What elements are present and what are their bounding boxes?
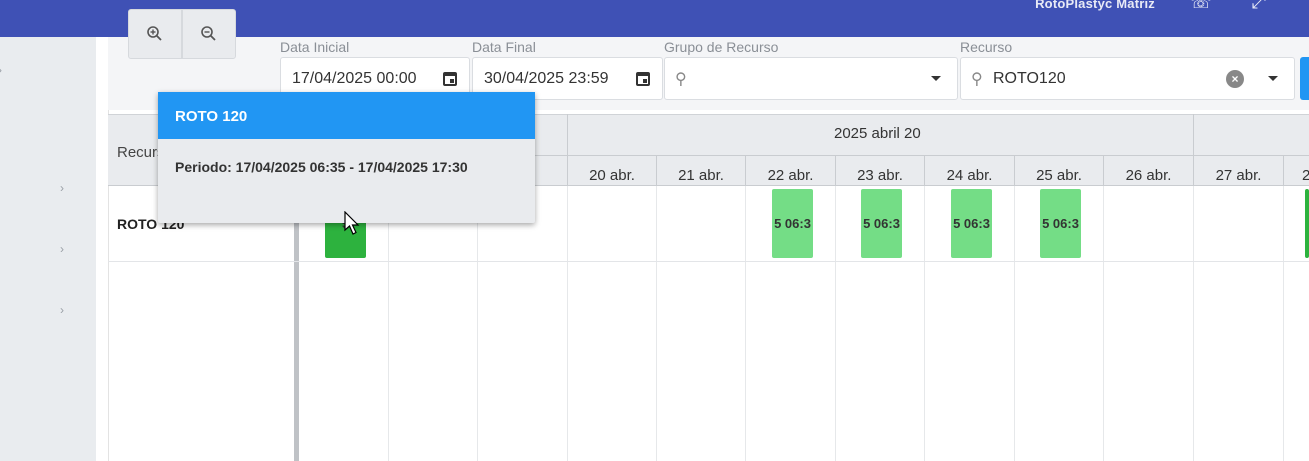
end-date-label: Data Final [472, 39, 536, 55]
mouse-cursor-icon [344, 211, 360, 235]
day-header: 23 abr. [835, 156, 924, 186]
search-icon: ⚲ [971, 70, 983, 88]
schedule-bar[interactable] [1305, 189, 1309, 258]
sidebar-expand-icon[interactable]: › [60, 303, 64, 317]
expand-icon[interactable]: ⤢ [1247, 0, 1271, 16]
tooltip-body: Periodo: 17/04/2025 06:35 - 17/04/2025 1… [175, 159, 468, 175]
week-divider [1193, 114, 1194, 155]
schedule-bar[interactable]: 5 06:3 [861, 189, 902, 258]
grid-line [1193, 186, 1194, 461]
start-date-value: 17/04/2025 00:00 [292, 69, 417, 87]
grid-line [567, 186, 568, 461]
zoom-in-button[interactable] [128, 9, 182, 59]
bar-tooltip: ROTO 120 Periodo: 17/04/2025 06:35 - 17/… [158, 92, 535, 223]
end-date-value: 30/04/2025 23:59 [484, 69, 609, 87]
day-header: 2 [1283, 156, 1309, 186]
schedule-bar-label: 5 06:3 [774, 216, 811, 231]
day-header: 25 abr. [1014, 156, 1103, 186]
zoom-out-icon [201, 26, 216, 41]
resource-value: ROTO120 [993, 69, 1066, 87]
search-button[interactable] [1300, 57, 1309, 100]
week-divider [567, 114, 568, 155]
tooltip-title: ROTO 120 [158, 92, 535, 139]
schedule-bar-label: 5 06:3 [1042, 216, 1079, 231]
grid-line [745, 186, 746, 461]
grid-line [388, 186, 389, 461]
sidebar-expand-icon[interactable]: › [60, 242, 64, 256]
day-header: 22 abr. [745, 156, 835, 186]
zoom-out-button[interactable] [182, 9, 236, 59]
week-label: 2025 abril 20 [834, 125, 921, 142]
grid-line [924, 186, 925, 461]
grid-line [1014, 186, 1015, 461]
start-date-label: Data Inicial [280, 39, 350, 55]
chevron-down-icon[interactable] [1268, 76, 1278, 81]
resource-label: Recurso [960, 39, 1013, 55]
sidebar-marker: › [0, 63, 2, 77]
schedule-bar[interactable]: 5 06:3 [951, 189, 992, 258]
day-header: 21 abr. [656, 156, 745, 186]
calendar-icon[interactable] [636, 71, 650, 86]
grid-line [1283, 186, 1284, 461]
calendar-icon[interactable] [443, 71, 457, 86]
zoom-in-icon [147, 26, 162, 41]
day-header: 27 abr. [1193, 156, 1283, 186]
grid-line [477, 186, 478, 461]
grid-line [1103, 186, 1104, 461]
day-header: 24 abr. [924, 156, 1014, 186]
search-icon: ⚲ [675, 70, 687, 88]
resource-group-select[interactable]: ⚲ [664, 57, 958, 100]
support-icon[interactable]: ☏ [1189, 0, 1213, 16]
sidebar: › › › › [0, 37, 96, 461]
schedule-bar-label: 5 06:3 [863, 216, 900, 231]
grid-line [656, 186, 657, 461]
clear-icon[interactable]: × [1226, 69, 1244, 88]
schedule-bar[interactable]: 5 06:3 [772, 189, 813, 258]
day-header: 26 abr. [1103, 156, 1193, 186]
sidebar-expand-icon[interactable]: › [60, 181, 64, 195]
day-header: 20 abr. [567, 156, 656, 186]
app-title: RotoPlastyc Matriz [1035, 0, 1155, 11]
row-divider [108, 261, 1309, 262]
schedule-bar[interactable]: 5 06:3 [1040, 189, 1081, 258]
chevron-down-icon[interactable] [931, 76, 941, 81]
resource-select[interactable]: ⚲ ROTO120 × [960, 57, 1295, 100]
schedule-bar-label: 5 06:3 [953, 216, 990, 231]
resource-group-label: Grupo de Recurso [664, 39, 779, 55]
grid-line [835, 186, 836, 461]
